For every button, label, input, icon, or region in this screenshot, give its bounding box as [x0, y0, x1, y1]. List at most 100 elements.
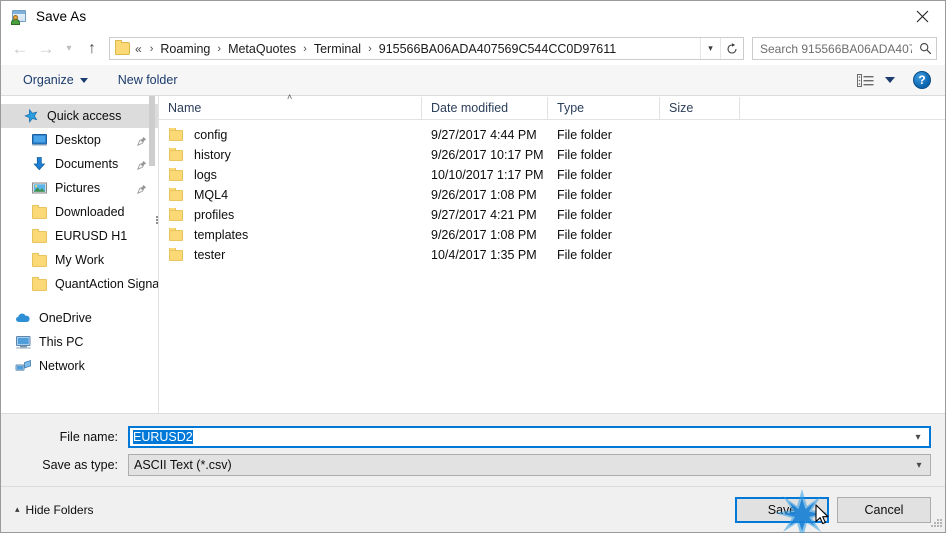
folder-icon [115, 40, 130, 55]
breadcrumb-item-instance[interactable]: 915566BA06ADA407569C544CC0D97611 [378, 42, 617, 56]
file-name-selected-text: EURUSD2 [133, 430, 193, 444]
organize-button[interactable]: Organize [17, 69, 94, 91]
list-view-icon[interactable] [854, 71, 876, 89]
desktop-icon [31, 132, 48, 148]
save-label: Save [767, 502, 797, 517]
documents-icon [31, 156, 48, 172]
dialog-body: Quick access Desktop Documents Pictures … [1, 92, 945, 413]
file-name-field[interactable]: EURUSD2 ▾ [128, 426, 931, 448]
search-box[interactable] [752, 37, 937, 60]
table-row[interactable]: logs 10/10/2017 1:17 PM File folder [159, 165, 945, 185]
breadcrumb-item-metaquotes[interactable]: MetaQuotes [227, 42, 297, 56]
this-pc-icon [15, 334, 32, 350]
save-button[interactable]: Save [735, 496, 829, 523]
pin-icon[interactable] [136, 135, 147, 147]
up-arrow-icon[interactable]: ↑ [79, 36, 105, 62]
table-row[interactable]: MQL4 9/26/2017 1:08 PM File folder [159, 185, 945, 205]
sidebar-item-label: Downloaded [55, 205, 125, 219]
save-as-icon [11, 9, 27, 25]
sidebar-item-onedrive[interactable]: OneDrive [1, 306, 158, 330]
search-input[interactable] [753, 40, 915, 57]
star-pin-icon [23, 108, 40, 124]
refresh-icon[interactable] [720, 38, 743, 59]
cancel-button[interactable]: Cancel [837, 496, 931, 523]
pin-icon[interactable] [136, 159, 147, 171]
file-date-cell: 9/26/2017 1:08 PM [431, 188, 537, 202]
recent-locations-chevron-down-icon[interactable]: ▾ [59, 36, 79, 62]
table-row[interactable]: tester 10/4/2017 1:35 PM File folder [159, 245, 945, 265]
hide-folders-button[interactable]: ▴ Hide Folders [15, 503, 94, 517]
sidebar-item-pictures[interactable]: Pictures [1, 176, 158, 200]
save-form: File name: EURUSD2 ▾ Save as type: ASCII… [1, 413, 945, 486]
file-date-cell: 10/4/2017 1:35 PM [431, 248, 537, 262]
chevron-down-icon [79, 77, 88, 83]
file-name-cell: logs [159, 168, 422, 182]
breadcrumb-separator: › [368, 42, 372, 55]
resize-grip-icon[interactable] [930, 518, 942, 530]
column-headers: ˄ Name Date modified Type Size [159, 92, 945, 120]
file-date-cell: 10/10/2017 1:17 PM [431, 168, 544, 182]
sidebar-item-label: Quick access [47, 109, 122, 123]
column-header-size[interactable]: Size [660, 96, 740, 119]
hide-folders-label: Hide Folders [25, 502, 94, 517]
save-as-dialog: Save As ← → ▾ ↑ « › Roaming › MetaQuotes… [0, 0, 946, 533]
file-date-cell: 9/26/2017 1:08 PM [431, 228, 537, 242]
column-header-type[interactable]: Type [548, 96, 660, 119]
breadcrumb-item-terminal[interactable]: Terminal [313, 42, 362, 56]
file-name-cell: history [159, 148, 422, 162]
sidebar-item-my-work[interactable]: My Work [1, 248, 158, 272]
sidebar-item-label: Network [39, 359, 85, 373]
file-type-cell: File folder [557, 148, 612, 162]
folder-icon [31, 204, 48, 220]
pin-icon[interactable] [136, 183, 147, 195]
network-icon [15, 358, 32, 374]
back-arrow-icon[interactable]: ← [7, 36, 33, 62]
sidebar-item-label: This PC [39, 335, 84, 349]
file-type-cell: File folder [557, 168, 612, 182]
file-list: ˄ Name Date modified Type Size config 9/… [159, 92, 945, 413]
search-icon [914, 42, 936, 55]
file-date-cell: 9/27/2017 4:21 PM [431, 208, 537, 222]
sidebar-item-eurusd-h1[interactable]: EURUSD H1 [1, 224, 158, 248]
new-folder-button[interactable]: New folder [112, 69, 184, 91]
address-chevron-down-icon[interactable]: ▾ [700, 38, 720, 59]
file-name-label: config [194, 128, 228, 142]
help-icon[interactable]: ? [913, 71, 931, 89]
folder-icon [169, 248, 185, 262]
close-icon[interactable] [899, 1, 945, 31]
folder-icon [169, 228, 185, 242]
file-name-value[interactable]: EURUSD2 [130, 430, 907, 444]
file-date-cell: 9/26/2017 10:17 PM [431, 148, 544, 162]
table-row[interactable]: config 9/27/2017 4:44 PM File folder [159, 125, 945, 145]
cancel-label: Cancel [864, 502, 904, 517]
sidebar-item-documents[interactable]: Documents [1, 152, 158, 176]
breadcrumb-separator: › [303, 42, 307, 55]
table-row[interactable]: profiles 9/27/2017 4:21 PM File folder [159, 205, 945, 225]
file-name-cell: profiles [159, 208, 422, 222]
breadcrumb-item-roaming[interactable]: Roaming [159, 42, 211, 56]
table-row[interactable]: templates 9/26/2017 1:08 PM File folder [159, 225, 945, 245]
file-name-chevron-down-icon[interactable]: ▾ [907, 428, 929, 446]
folder-icon [31, 276, 48, 292]
folder-icon [169, 208, 185, 222]
sidebar-item-label: Desktop [55, 133, 101, 147]
folder-icon [169, 128, 185, 142]
sidebar-item-network[interactable]: Network [1, 354, 158, 378]
sidebar-item-desktop[interactable]: Desktop [1, 128, 158, 152]
forward-arrow-icon[interactable]: → [33, 36, 59, 62]
sidebar-item-downloaded[interactable]: Downloaded [1, 200, 158, 224]
file-type-cell: File folder [557, 248, 612, 262]
column-header-date-modified[interactable]: Date modified [422, 96, 548, 119]
sidebar-item-this-pc[interactable]: This PC [1, 330, 158, 354]
address-row: ← → ▾ ↑ « › Roaming › MetaQuotes › Termi… [1, 32, 945, 65]
save-as-type-value: ASCII Text (*.csv) [134, 458, 232, 472]
sidebar-item-quick-access[interactable]: Quick access [1, 104, 158, 128]
save-as-type-select[interactable]: ASCII Text (*.csv) ▾ [128, 454, 931, 476]
sidebar-item-quantaction-signal[interactable]: QuantAction Signal [1, 272, 158, 296]
save-as-type-chevron-down-icon[interactable]: ▾ [908, 455, 930, 475]
view-chevron-down-icon[interactable] [885, 77, 895, 83]
breadcrumb-separator: › [149, 42, 154, 55]
table-row[interactable]: history 9/26/2017 10:17 PM File folder [159, 145, 945, 165]
sidebar-splitter[interactable] [154, 96, 164, 413]
address-bar[interactable]: « › Roaming › MetaQuotes › Terminal › 91… [109, 37, 744, 60]
